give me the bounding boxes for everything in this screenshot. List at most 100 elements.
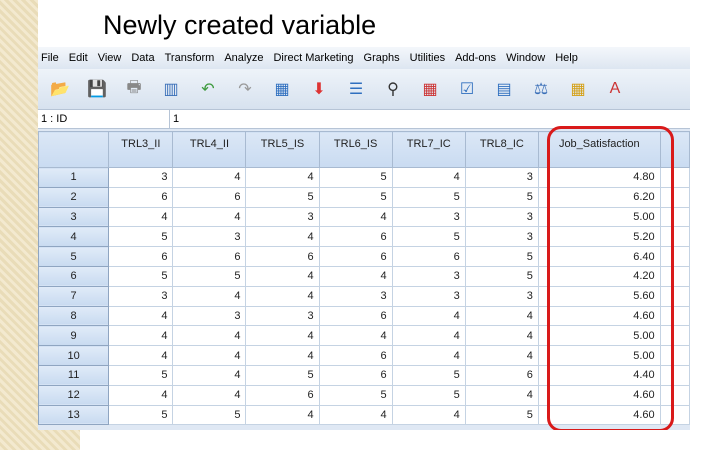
data-cell[interactable]: 4 — [245, 325, 320, 347]
data-cell[interactable]: 6 — [245, 384, 320, 406]
data-cell[interactable]: 4 — [172, 285, 247, 307]
cell-value-input[interactable]: 1 — [170, 110, 182, 128]
data-cell[interactable]: 6 — [464, 364, 539, 386]
data-cell[interactable]: 4 — [391, 404, 466, 426]
menu-view[interactable]: View — [98, 52, 122, 64]
column-header-trl8_ic[interactable]: TRL8_IC — [464, 131, 539, 168]
split-file-icon[interactable]: ▦ — [416, 75, 444, 103]
menu-data[interactable]: Data — [131, 52, 154, 64]
data-cell[interactable]: 3 — [245, 206, 320, 228]
data-cell[interactable]: 5 — [464, 265, 539, 287]
menu-utilities[interactable]: Utilities — [410, 52, 445, 64]
row-header[interactable]: 2 — [38, 186, 110, 208]
data-cell[interactable]: 4 — [318, 206, 393, 228]
corner-header[interactable] — [38, 131, 110, 168]
data-cell[interactable]: 5 — [391, 384, 466, 406]
menu-graphs[interactable]: Graphs — [364, 52, 400, 64]
data-cell[interactable]: 4 — [245, 404, 320, 426]
data-cell[interactable]: 5 — [172, 265, 247, 287]
column-header-trl5_is[interactable]: TRL5_IS — [245, 131, 320, 168]
data-cell[interactable]: 4 — [391, 325, 466, 347]
data-cell[interactable]: 4 — [391, 305, 466, 327]
data-cell[interactable]: 5 — [108, 226, 174, 248]
menu-window[interactable]: Window — [506, 52, 545, 64]
data-cell[interactable]: 3 — [391, 285, 466, 307]
data-cell[interactable]: 6 — [318, 246, 393, 267]
data-cell[interactable]: 3 — [108, 167, 174, 188]
row-header[interactable]: 13 — [38, 404, 110, 426]
row-header[interactable]: 8 — [38, 305, 110, 327]
print-icon[interactable]: 🖶 — [120, 75, 148, 103]
data-cell[interactable]: 6 — [172, 246, 247, 267]
data-cell[interactable]: 4 — [318, 404, 393, 426]
data-cell[interactable]: 3 — [172, 305, 247, 327]
column-header-trl4_ii[interactable]: TRL4_II — [172, 131, 247, 168]
data-cell[interactable]: 6 — [318, 226, 393, 248]
row-header[interactable]: 7 — [38, 285, 110, 307]
data-cell[interactable]: 4 — [172, 167, 247, 188]
data-cell[interactable]: 4 — [318, 325, 393, 347]
data-cell[interactable]: 4 — [318, 265, 393, 287]
data-cell[interactable]: 4 — [172, 364, 247, 386]
value-labels-icon[interactable]: ⚖ — [527, 75, 555, 103]
data-cell[interactable]: 5 — [391, 364, 466, 386]
column-header-trl6_is[interactable]: TRL6_IS — [318, 131, 393, 168]
data-cell[interactable]: 4 — [245, 226, 320, 248]
undo-icon[interactable]: ↶ — [194, 75, 222, 103]
data-cell[interactable]: 5 — [464, 246, 539, 267]
data-cell[interactable]: 4 — [108, 384, 174, 406]
row-header[interactable]: 3 — [38, 206, 110, 228]
data-cell[interactable]: 5 — [108, 265, 174, 287]
data-cell[interactable]: 4 — [108, 305, 174, 327]
row-header[interactable]: 9 — [38, 325, 110, 347]
data-cell[interactable]: 4 — [464, 384, 539, 406]
data-cell[interactable]: 4 — [172, 206, 247, 228]
column-header-trl7_ic[interactable]: TRL7_IC — [391, 131, 466, 168]
save-icon[interactable]: 💾 — [83, 75, 111, 103]
data-cell[interactable]: 5 — [318, 384, 393, 406]
insert-variable-icon[interactable]: ☰ — [342, 75, 370, 103]
data-cell[interactable]: 6 — [318, 345, 393, 366]
data-cell[interactable]: 5 — [108, 364, 174, 386]
use-sets-icon[interactable]: ▦ — [564, 75, 592, 103]
data-cell[interactable]: 4 — [108, 206, 174, 228]
redo-icon[interactable]: ↷ — [231, 75, 259, 103]
find-icon[interactable]: ⚲ — [379, 75, 407, 103]
data-cell[interactable]: 3 — [245, 305, 320, 327]
data-cell[interactable]: 3 — [464, 285, 539, 307]
data-cell[interactable]: 6 — [172, 186, 247, 208]
row-header[interactable]: 10 — [38, 345, 110, 366]
data-cell[interactable]: 5 — [318, 167, 393, 188]
row-header[interactable]: 6 — [38, 265, 110, 287]
data-cell[interactable]: 5 — [391, 186, 466, 208]
row-header[interactable]: 4 — [38, 226, 110, 248]
row-header[interactable]: 5 — [38, 246, 110, 267]
column-header-trl3_ii[interactable]: TRL3_II — [108, 131, 174, 168]
data-cell[interactable]: 4 — [108, 325, 174, 347]
data-cell[interactable]: 6 — [391, 246, 466, 267]
data-cell[interactable]: 4 — [245, 345, 320, 366]
data-cell[interactable]: 5 — [464, 186, 539, 208]
data-cell[interactable]: 5 — [172, 404, 247, 426]
data-cell[interactable]: 3 — [464, 226, 539, 248]
data-cell[interactable]: 3 — [391, 206, 466, 228]
data-cell[interactable]: 6 — [108, 246, 174, 267]
variable-labels-icon[interactable]: A — [601, 75, 629, 103]
data-cell[interactable]: 3 — [172, 226, 247, 248]
recall-dialog-icon[interactable]: ▥ — [157, 75, 185, 103]
data-cell[interactable]: 5 — [391, 226, 466, 248]
menu-file[interactable]: File — [41, 52, 59, 64]
goto-case-icon[interactable]: ▦ — [268, 75, 296, 103]
row-header[interactable]: 1 — [38, 167, 110, 188]
data-cell[interactable]: 6 — [245, 246, 320, 267]
data-cell[interactable]: 5 — [245, 186, 320, 208]
data-cell[interactable]: 5 — [464, 404, 539, 426]
menu-transform[interactable]: Transform — [165, 52, 215, 64]
data-cell[interactable]: 6 — [108, 186, 174, 208]
data-cell[interactable]: 3 — [464, 206, 539, 228]
data-cell[interactable]: 4 — [245, 285, 320, 307]
data-cell[interactable]: 4 — [245, 265, 320, 287]
data-cell[interactable]: 3 — [318, 285, 393, 307]
data-cell[interactable]: 4 — [464, 325, 539, 347]
data-cell[interactable]: 6 — [318, 364, 393, 386]
